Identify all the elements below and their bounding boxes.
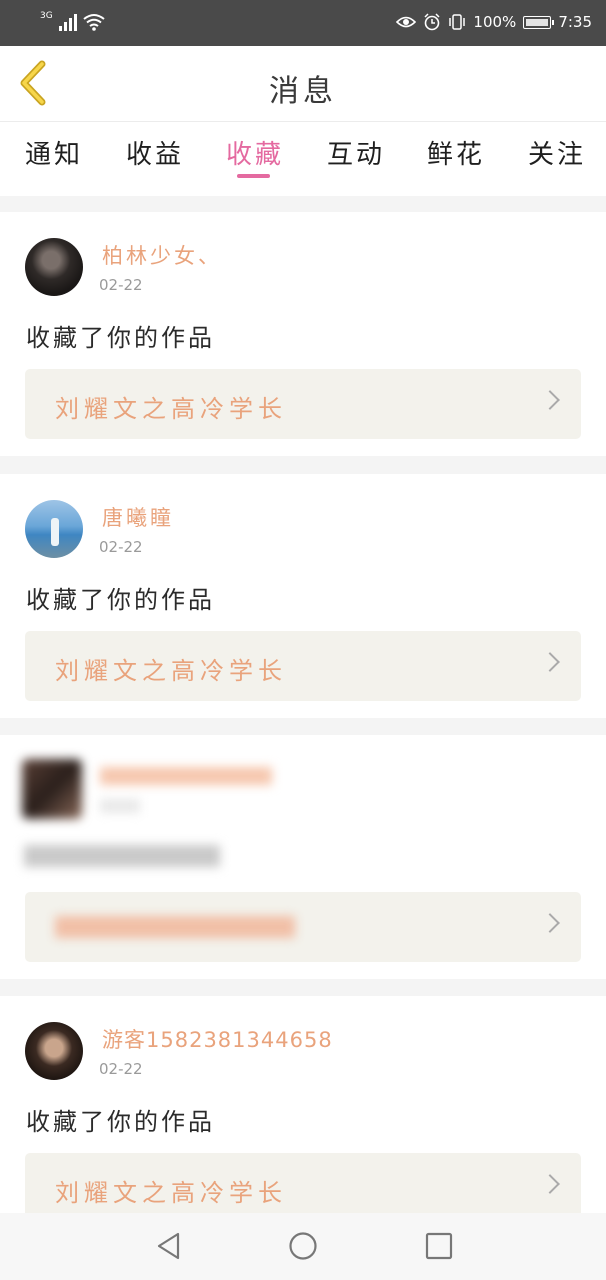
action-redacted [24, 845, 220, 867]
work-link[interactable] [25, 892, 581, 962]
chevron-right-icon [540, 1174, 560, 1194]
work-link[interactable]: 刘耀文之高冷学长 [25, 369, 581, 439]
status-bar: 3G 100% 7:35 [0, 0, 606, 46]
vibrate-icon [449, 14, 466, 30]
nav-back-button[interactable] [154, 1231, 184, 1261]
username-redacted [100, 767, 272, 785]
work-title: 刘耀文之高冷学长 [55, 657, 287, 685]
tab-earnings[interactable]: 收益 [126, 134, 184, 171]
chevron-right-icon [540, 652, 560, 672]
nav-home-button[interactable] [288, 1231, 318, 1261]
action-text: 收藏了你的作品 [26, 1108, 215, 1136]
tab-flowers[interactable]: 鲜花 [427, 134, 485, 171]
battery-icon [523, 15, 555, 29]
tab-interactions[interactable]: 互动 [327, 134, 385, 171]
active-tab-indicator [237, 174, 270, 178]
network-type: 3G [40, 11, 53, 21]
action-text: 收藏了你的作品 [26, 324, 215, 352]
work-link[interactable]: 刘耀文之高冷学长 [25, 631, 581, 701]
list-item [0, 735, 606, 979]
work-title: 刘耀文之高冷学长 [55, 395, 287, 423]
system-nav-bar [0, 1213, 606, 1280]
status-right: 100% 7:35 [396, 13, 592, 31]
timestamp: 02-22 [99, 538, 143, 556]
signal-icon [58, 13, 77, 31]
avatar[interactable] [25, 1022, 83, 1080]
alarm-icon [424, 13, 440, 31]
eye-icon [396, 16, 417, 28]
chevron-right-icon [540, 913, 560, 933]
username[interactable]: 唐曦瞳 [102, 502, 174, 532]
page-title: 消息 [269, 74, 337, 109]
list-item: 游客15823813446​58 02-22 收藏了你的作品 刘耀文之高冷学长 [0, 996, 606, 1226]
work-title-redacted [55, 916, 295, 938]
wifi-icon [83, 14, 105, 31]
tab-notifications[interactable]: 通知 [25, 134, 83, 171]
tab-following[interactable]: 关注 [528, 134, 586, 171]
circle-home-icon [289, 1232, 317, 1260]
top-app-bar: 消息 [0, 46, 606, 122]
battery-percent: 100% [473, 13, 517, 31]
timestamp-redacted [100, 799, 140, 813]
tab-favorites[interactable]: 收藏 [226, 134, 284, 171]
chevron-right-icon [540, 390, 560, 410]
list-item: 柏林少女、 02-22 收藏了你的作品 刘耀文之高冷学长 [0, 212, 606, 456]
clock: 7:35 [558, 13, 592, 31]
work-title: 刘耀文之高冷学长 [55, 1179, 287, 1207]
tab-bar: 通知 收益 收藏 互动 鲜花 关注 [0, 122, 606, 196]
status-left: 3G [40, 12, 105, 31]
timestamp: 02-22 [99, 1060, 143, 1078]
avatar[interactable] [25, 238, 83, 296]
nav-recents-button[interactable] [424, 1231, 454, 1261]
username[interactable]: 游客15823813446​58 [102, 1024, 333, 1054]
list-item: 唐曦瞳 02-22 收藏了你的作品 刘耀文之高冷学长 [0, 474, 606, 718]
avatar[interactable] [22, 759, 82, 819]
timestamp: 02-22 [99, 276, 143, 294]
action-text: 收藏了你的作品 [26, 586, 215, 614]
avatar[interactable] [25, 500, 83, 558]
username[interactable]: 柏林少女、 [102, 240, 222, 270]
triangle-back-icon [157, 1232, 180, 1260]
square-recents-icon [425, 1232, 453, 1260]
